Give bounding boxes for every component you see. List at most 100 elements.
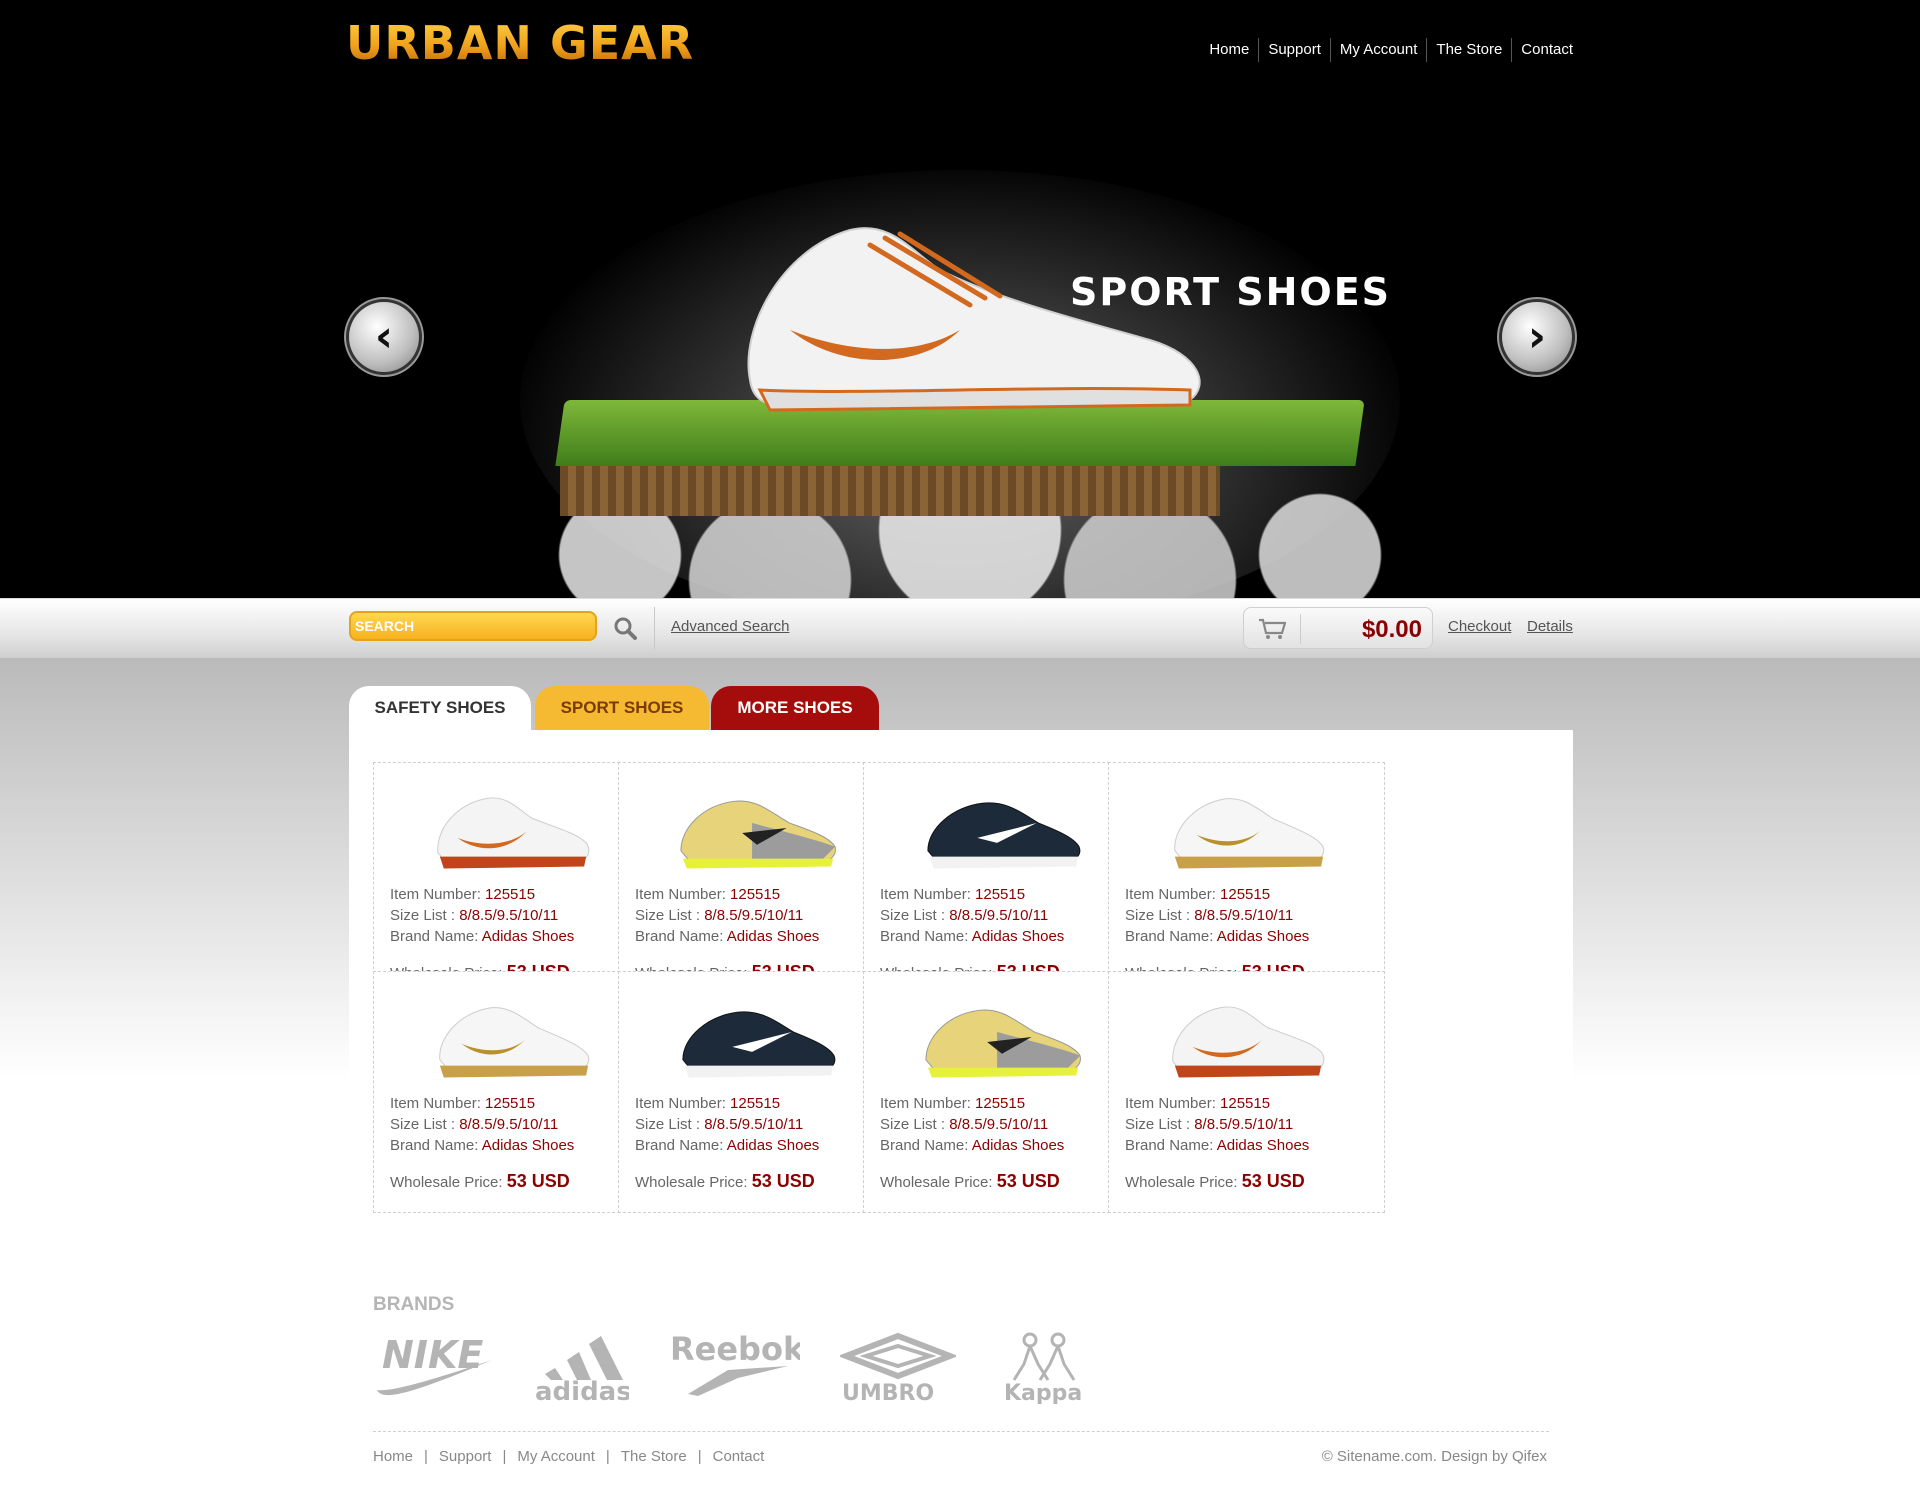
product-card[interactable]: Item Number: 125515 Size List : 8/8.5/9.5… xyxy=(1108,971,1385,1213)
brand-name-row: Brand Name: Adidas Shoes xyxy=(1125,1135,1309,1156)
product-image[interactable] xyxy=(918,783,1086,873)
brand-name-value[interactable]: Adidas Shoes xyxy=(1217,1137,1310,1154)
brand-name-row: Brand Name: Adidas Shoes xyxy=(880,1135,1064,1156)
nav-contact[interactable]: Contact xyxy=(1511,38,1573,62)
footer-link-support[interactable]: Support xyxy=(439,1448,492,1465)
product-image[interactable] xyxy=(918,992,1086,1082)
nike-logo[interactable]: NIKE xyxy=(372,1330,498,1405)
footer-separator: | xyxy=(502,1448,507,1465)
nav-home[interactable]: Home xyxy=(1200,38,1258,62)
wholesale-price-row: Wholesale Price: 53 USD xyxy=(635,1171,815,1192)
size-list-label: Size List : xyxy=(880,1116,946,1133)
item-number-label: Item Number: xyxy=(390,1095,481,1112)
size-list-value: 8/8.5/9.5/10/11 xyxy=(949,907,1049,924)
brand-name-row: Brand Name: Adidas Shoes xyxy=(635,926,819,947)
brand-name-value[interactable]: Adidas Shoes xyxy=(727,1137,820,1154)
product-card[interactable]: Item Number: 125515 Size List : 8/8.5/9.5… xyxy=(863,971,1140,1213)
advanced-search-link[interactable]: Advanced Search xyxy=(671,618,789,635)
reebok-logo[interactable]: Reebok xyxy=(668,1330,805,1405)
product-info: Item Number: 125515 Size List : 8/8.5/9.5… xyxy=(1125,1093,1309,1156)
hero-title: SPORT SHOES xyxy=(1070,270,1392,314)
kappa-logo[interactable]: Kappa xyxy=(994,1330,1094,1409)
wholesale-price-label: Wholesale Price: xyxy=(880,1174,993,1191)
brand-name-row: Brand Name: Adidas Shoes xyxy=(1125,926,1309,947)
wholesale-price-row: Wholesale Price: 53 USD xyxy=(880,1171,1060,1192)
nav-the-store[interactable]: The Store xyxy=(1426,38,1511,62)
item-number-label: Item Number: xyxy=(635,886,726,903)
site-logo[interactable]: URBAN GEAR xyxy=(346,16,694,70)
product-card[interactable]: Item Number: 125515 Size List : 8/8.5/9.5… xyxy=(373,762,650,1004)
size-list-label: Size List : xyxy=(390,1116,456,1133)
footer-separator: | xyxy=(424,1448,428,1465)
product-card[interactable]: Item Number: 125515 Size List : 8/8.5/9.5… xyxy=(863,762,1140,1004)
nav-my-account[interactable]: My Account xyxy=(1329,38,1427,62)
brand-name-value[interactable]: Adidas Shoes xyxy=(972,1137,1065,1154)
tab-safety-shoes[interactable]: SAFETY SHOES xyxy=(349,686,531,730)
size-list-value: 8/8.5/9.5/10/11 xyxy=(949,1116,1049,1133)
size-list-value: 8/8.5/9.5/10/11 xyxy=(1194,1116,1294,1133)
footer-divider xyxy=(373,1431,1549,1432)
product-image[interactable] xyxy=(1163,992,1331,1082)
umbro-logo[interactable]: UMBRO xyxy=(837,1330,959,1409)
slider-next-button[interactable]: › xyxy=(1502,302,1572,372)
wholesale-price-row: Wholesale Price: 53 USD xyxy=(1125,1171,1305,1192)
brand-name-value[interactable]: Adidas Shoes xyxy=(482,1137,575,1154)
size-list-value: 8/8.5/9.5/10/11 xyxy=(1194,907,1294,924)
item-number-label: Item Number: xyxy=(1125,1095,1216,1112)
cart-widget[interactable]: $0.00 xyxy=(1243,607,1433,649)
brand-name-value[interactable]: Adidas Shoes xyxy=(972,928,1065,945)
wholesale-price-value: 53 USD xyxy=(1241,1171,1305,1191)
brand-name-label: Brand Name: xyxy=(635,1137,724,1154)
item-number-label: Item Number: xyxy=(1125,886,1216,903)
size-list-row: Size List : 8/8.5/9.5/10/11 xyxy=(880,1114,1064,1135)
product-image[interactable] xyxy=(673,783,841,873)
nav-support[interactable]: Support xyxy=(1258,38,1330,62)
shopping-cart-icon xyxy=(1259,618,1286,639)
footer-link-contact[interactable]: Contact xyxy=(713,1448,765,1465)
product-card[interactable]: Item Number: 125515 Size List : 8/8.5/9.5… xyxy=(618,762,895,1004)
item-number-value: 125515 xyxy=(730,1095,781,1112)
slider-prev-button[interactable]: ‹ xyxy=(349,302,419,372)
size-list-row: Size List : 8/8.5/9.5/10/11 xyxy=(390,905,574,926)
product-image[interactable] xyxy=(673,992,841,1082)
footer-link-home[interactable]: Home xyxy=(373,1448,413,1465)
checkout-link[interactable]: Checkout xyxy=(1448,618,1511,635)
footer-link-my-account[interactable]: My Account xyxy=(517,1448,595,1465)
product-image[interactable] xyxy=(428,783,596,873)
item-number-row: Item Number: 125515 xyxy=(635,884,819,905)
brand-name-value[interactable]: Adidas Shoes xyxy=(727,928,820,945)
brands-title: BRANDS xyxy=(373,1294,455,1315)
product-card[interactable]: Item Number: 125515 Size List : 8/8.5/9.5… xyxy=(373,971,650,1213)
tab-more-shoes[interactable]: MORE SHOES xyxy=(711,686,879,730)
size-list-label: Size List : xyxy=(390,907,456,924)
item-number-row: Item Number: 125515 xyxy=(880,1093,1064,1114)
wholesale-price-row: Wholesale Price: 53 USD xyxy=(390,1171,570,1192)
product-image[interactable] xyxy=(428,992,596,1082)
brand-name-label: Brand Name: xyxy=(1125,928,1214,945)
search-input[interactable]: SEARCH xyxy=(349,611,597,641)
product-card[interactable]: Item Number: 125515 Size List : 8/8.5/9.5… xyxy=(618,971,895,1213)
footer-link-the-store[interactable]: The Store xyxy=(621,1448,687,1465)
product-image[interactable] xyxy=(1163,783,1331,873)
brand-name-value[interactable]: Adidas Shoes xyxy=(1217,928,1310,945)
details-link[interactable]: Details xyxy=(1527,618,1573,635)
item-number-label: Item Number: xyxy=(880,886,971,903)
item-number-value: 125515 xyxy=(975,1095,1026,1112)
product-info: Item Number: 125515 Size List : 8/8.5/9.5… xyxy=(1125,884,1309,947)
product-info: Item Number: 125515 Size List : 8/8.5/9.5… xyxy=(635,1093,819,1156)
nike-logo-text: NIKE xyxy=(382,1333,483,1377)
item-number-value: 125515 xyxy=(975,886,1026,903)
size-list-label: Size List : xyxy=(1125,1116,1191,1133)
hero-banner: URBAN GEAR Home Support My Account The S… xyxy=(0,0,1920,598)
tab-sport-shoes[interactable]: SPORT SHOES xyxy=(535,686,709,730)
brand-name-label: Brand Name: xyxy=(880,928,969,945)
product-info: Item Number: 125515 Size List : 8/8.5/9.5… xyxy=(880,1093,1064,1156)
product-card[interactable]: Item Number: 125515 Size List : 8/8.5/9.5… xyxy=(1108,762,1385,1004)
wholesale-price-value: 53 USD xyxy=(751,1171,815,1191)
brand-name-value[interactable]: Adidas Shoes xyxy=(482,928,575,945)
item-number-value: 125515 xyxy=(1220,886,1271,903)
adidas-logo[interactable]: adidas xyxy=(533,1330,632,1409)
search-icon[interactable] xyxy=(613,616,637,640)
footer-navigation: Home | Support | My Account | The Store … xyxy=(373,1448,764,1465)
size-list-value: 8/8.5/9.5/10/11 xyxy=(704,1116,804,1133)
